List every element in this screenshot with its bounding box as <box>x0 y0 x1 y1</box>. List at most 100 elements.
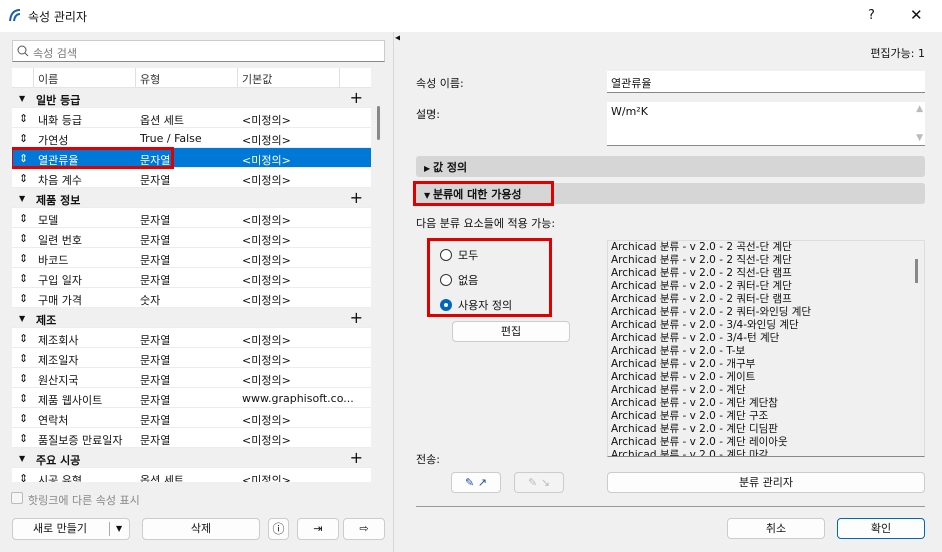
radio-none[interactable]: 없음 <box>440 272 478 288</box>
table-row[interactable]: ⇕ 구입 일자 문자열 <미정의> <box>12 268 371 288</box>
info-icon[interactable]: ⓘ <box>268 518 289 540</box>
reorder-handle-icon[interactable]: ⇕ <box>19 332 28 345</box>
radio-all[interactable]: 모두 <box>440 247 478 263</box>
collapse-icon[interactable]: ▼ <box>19 94 25 103</box>
cell: 시공 유형 <box>38 474 82 482</box>
collapse-icon[interactable]: ▼ <box>19 454 25 463</box>
list-item[interactable]: Archicad 분류 - v 2.0 - 2 쿼터-와인딩 계단 <box>608 306 924 319</box>
group-row[interactable]: ▼ 주요 시공 + <box>12 448 371 468</box>
cancel-button[interactable]: 취소 <box>727 518 825 539</box>
table-row[interactable]: ⇕ 연락처 문자열 <미정의> <box>12 408 371 428</box>
table-row[interactable]: ⇕ 제조일자 문자열 <미정의> <box>12 348 371 368</box>
table-row[interactable]: ⇕ 차음 계수 문자열 <미정의> <box>12 168 371 188</box>
edit-button[interactable]: 편집 <box>452 321 570 342</box>
ok-button[interactable]: 확인 <box>837 518 925 539</box>
hotlink-checkbox[interactable]: 핫링크에 다른 속성 표시 <box>11 492 140 508</box>
group-row[interactable]: ▼ 일반 등급 + <box>12 88 371 108</box>
table-row[interactable]: ⇕ 내화 등급 옵션 세트 <미정의> <box>12 108 371 128</box>
collapse-icon[interactable]: ▼ <box>19 314 25 323</box>
reorder-handle-icon[interactable]: ⇕ <box>19 132 28 145</box>
list-item[interactable]: Archicad 분류 - v 2.0 - 계단 <box>608 384 924 397</box>
reorder-handle-icon[interactable]: ⇕ <box>19 412 28 425</box>
import-icon[interactable]: ⇥ <box>297 518 339 540</box>
classification-manager-button[interactable]: 분류 관리자 <box>607 472 925 493</box>
reorder-handle-icon[interactable]: ⇕ <box>19 232 28 245</box>
scrollbar[interactable] <box>377 106 380 140</box>
cell: 원산지국 <box>38 374 79 387</box>
reorder-handle-icon[interactable]: ⇕ <box>19 292 28 305</box>
table-row[interactable]: ⇕ 구매 가격 숫자 <미정의> <box>12 288 371 308</box>
eyedropper-pick-button[interactable]: ✎ ↗ <box>451 472 501 493</box>
col-type[interactable]: 유형 <box>136 68 238 87</box>
description-textarea[interactable]: W/m²K ▲ ▼ <box>607 102 925 146</box>
value-definition-section[interactable]: ▶ 값 정의 <box>416 156 925 177</box>
reorder-handle-icon[interactable]: ⇕ <box>19 212 28 225</box>
list-item[interactable]: Archicad 분류 - v 2.0 - 계단 마감 <box>608 449 924 456</box>
list-item[interactable]: Archicad 분류 - v 2.0 - 개구부 <box>608 358 924 371</box>
cell: 제조일자 <box>38 354 79 367</box>
group-row[interactable]: ▼ 제조 + <box>12 308 371 328</box>
list-item[interactable]: Archicad 분류 - v 2.0 - 2 직선-단 계단 <box>608 254 924 267</box>
delete-button[interactable]: 삭제 <box>142 518 260 540</box>
cell: True / False <box>140 132 202 145</box>
add-property-icon[interactable]: + <box>350 308 363 327</box>
list-item[interactable]: Archicad 분류 - v 2.0 - 계단 계단참 <box>608 397 924 410</box>
list-item[interactable]: Archicad 분류 - v 2.0 - T-보 <box>608 345 924 358</box>
list-item[interactable]: Archicad 분류 - v 2.0 - 계단 레이아웃 <box>608 436 924 449</box>
add-property-icon[interactable]: + <box>350 448 363 467</box>
reorder-handle-icon[interactable]: ⇕ <box>19 472 28 482</box>
list-item[interactable]: Archicad 분류 - v 2.0 - 2 곡선-단 계단 <box>608 241 924 254</box>
expand-icon: ▶ <box>424 164 433 173</box>
scroll-down-icon[interactable]: ▼ <box>916 133 923 143</box>
table-row[interactable]: ⇕ 모델 문자열 <미정의> <box>12 208 371 228</box>
list-item[interactable]: Archicad 분류 - v 2.0 - 3/4-턴 계단 <box>608 332 924 345</box>
scroll-up-icon[interactable]: ▲ <box>916 104 923 114</box>
col-default[interactable]: 기본값 <box>238 68 340 87</box>
cell: 문자열 <box>140 394 171 407</box>
list-item[interactable]: Archicad 분류 - v 2.0 - 게이트 <box>608 371 924 384</box>
table-row[interactable]: ⇕ 바코드 문자열 <미정의> <box>12 248 371 268</box>
reorder-handle-icon[interactable]: ⇕ <box>19 432 28 445</box>
list-item[interactable]: Archicad 분류 - v 2.0 - 계단 구조 <box>608 410 924 423</box>
reorder-handle-icon[interactable]: ⇕ <box>19 392 28 405</box>
add-property-icon[interactable]: + <box>350 88 363 107</box>
cell: 문자열 <box>140 274 171 287</box>
group-row[interactable]: ▼ 제품 정보 + <box>12 188 371 208</box>
radio-custom[interactable]: 사용자 정의 <box>440 297 512 313</box>
cell: <미정의> <box>242 474 291 482</box>
table-row[interactable]: ⇕ 가연성 True / False <미정의> <box>12 128 371 148</box>
dropdown-arrow-icon[interactable]: ▼ <box>116 519 122 539</box>
search-input[interactable]: 속성 검색 <box>12 40 385 62</box>
add-property-icon[interactable]: + <box>350 188 363 207</box>
collapse-icon[interactable]: ▼ <box>19 194 25 203</box>
new-button[interactable]: 새로 만들기 ▼ <box>12 518 130 540</box>
table-row[interactable]: ⇕ 시공 유형 옵션 세트 <미정의> <box>12 468 371 482</box>
list-item[interactable]: Archicad 분류 - v 2.0 - 계단 디딤판 <box>608 423 924 436</box>
property-name-input[interactable]: 열관류율 <box>607 71 925 93</box>
table-row[interactable]: ⇕ 일련 번호 문자열 <미정의> <box>12 228 371 248</box>
reorder-handle-icon[interactable]: ⇕ <box>19 252 28 265</box>
table-row[interactable]: ⇕ 제품 웹사이트 문자열 www.graphisoft.co... <box>12 388 371 408</box>
syringe-inject-button[interactable]: ✎ ↘ <box>514 472 564 493</box>
help-button[interactable]: ? <box>868 8 875 23</box>
reorder-handle-icon[interactable]: ⇕ <box>19 112 28 125</box>
cell: 문자열 <box>140 254 171 267</box>
list-item[interactable]: Archicad 분류 - v 2.0 - 2 쿼터-단 계단 <box>608 280 924 293</box>
close-button[interactable]: ✕ <box>910 6 923 24</box>
cell: www.graphisoft.co... <box>242 392 354 405</box>
reorder-handle-icon[interactable]: ⇕ <box>19 352 28 365</box>
reorder-handle-icon[interactable]: ⇕ <box>19 172 28 185</box>
property-details-panel: 편집가능: 1 속성 이름: 열관류율 설명: W/m²K ▲ ▼ ▶ 값 정의… <box>400 32 942 552</box>
list-item[interactable]: Archicad 분류 - v 2.0 - 2 쿼터-단 램프 <box>608 293 924 306</box>
col-name[interactable]: 이름 <box>34 68 136 87</box>
export-icon[interactable]: ⇨ <box>343 518 385 540</box>
table-row[interactable]: ⇕ 제조회사 문자열 <미정의> <box>12 328 371 348</box>
list-item[interactable]: Archicad 분류 - v 2.0 - 3/4-와인딩 계단 <box>608 319 924 332</box>
table-row[interactable]: ⇕ 품질보증 만료일자 문자열 <미정의> <box>12 428 371 448</box>
classification-list[interactable]: Archicad 분류 - v 2.0 - 2 곡선-단 계단 Archicad … <box>607 240 925 457</box>
table-row[interactable]: ⇕ 원산지국 문자열 <미정의> <box>12 368 371 388</box>
list-scrollbar[interactable] <box>915 259 918 283</box>
reorder-handle-icon[interactable]: ⇕ <box>19 372 28 385</box>
list-item[interactable]: Archicad 분류 - v 2.0 - 2 직선-단 램프 <box>608 267 924 280</box>
reorder-handle-icon[interactable]: ⇕ <box>19 272 28 285</box>
